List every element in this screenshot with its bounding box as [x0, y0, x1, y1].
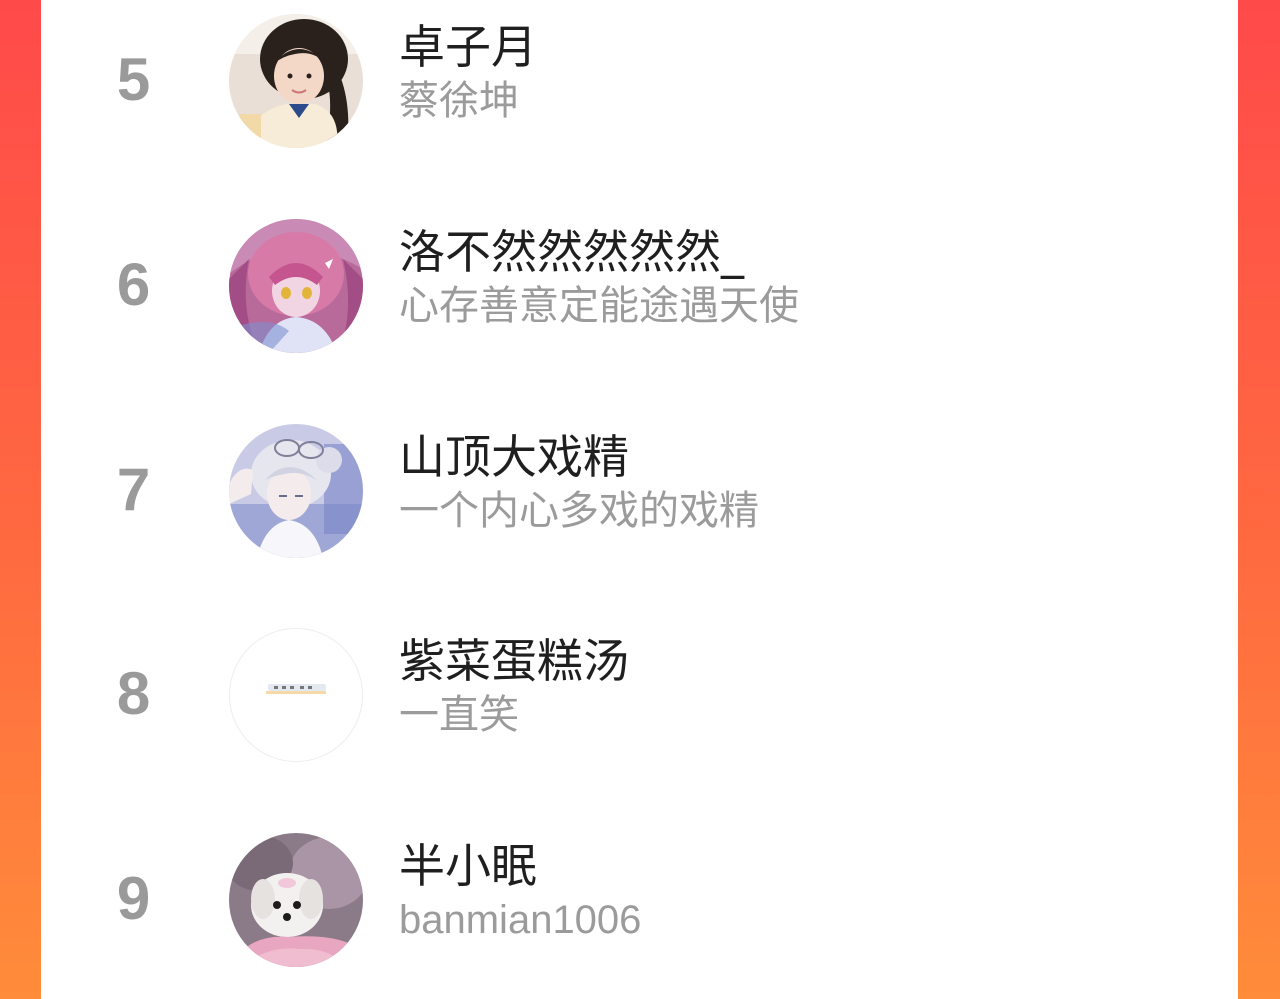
list-item[interactable]: 5 卓子月 蔡徐坤: [41, 14, 1238, 164]
girl-photo-avatar-image: [229, 14, 363, 148]
rank-number: 8: [116, 660, 151, 727]
user-signature: 蔡徐坤: [399, 78, 519, 124]
page-background: 5 卓子月 蔡徐坤 6 洛不然然然然然_ 心存善意定能途遇天使 7 山顶大戏精 …: [0, 0, 1280, 999]
rank-number: 7: [116, 456, 151, 523]
user-signature: banmian1006: [399, 898, 642, 942]
white-puppy-avatar-image: [229, 833, 363, 967]
text-strip-avatar-image: [230, 629, 362, 761]
rank-number: 5: [116, 46, 151, 113]
avatar[interactable]: [229, 14, 363, 148]
user-signature: 一个内心多戏的戏精: [399, 488, 759, 534]
avatar[interactable]: [229, 833, 363, 967]
list-item[interactable]: 7 山顶大戏精 一个内心多戏的戏精: [41, 424, 1238, 574]
rank-number: 6: [116, 251, 151, 318]
anime-boy-avatar-image: [229, 424, 363, 558]
user-name: 半小眠: [399, 839, 537, 893]
ranking-list-card: 5 卓子月 蔡徐坤 6 洛不然然然然然_ 心存善意定能途遇天使 7 山顶大戏精 …: [41, 0, 1238, 999]
user-signature: 心存善意定能途遇天使: [399, 283, 799, 329]
user-name: 洛不然然然然然_: [399, 225, 744, 279]
list-item[interactable]: 6 洛不然然然然然_ 心存善意定能途遇天使: [41, 219, 1238, 369]
anime-girl-avatar-image: [229, 219, 363, 353]
user-signature: 一直笑: [399, 692, 519, 738]
avatar[interactable]: [229, 219, 363, 353]
list-item[interactable]: 9 半小眠 banmian1006: [41, 833, 1238, 983]
list-item[interactable]: 8 紫菜蛋糕汤 一直笑: [41, 628, 1238, 778]
avatar[interactable]: [229, 628, 363, 762]
user-name: 卓子月: [399, 20, 537, 74]
avatar[interactable]: [229, 424, 363, 558]
rank-number: 9: [116, 865, 151, 932]
user-name: 山顶大戏精: [399, 430, 629, 484]
user-name: 紫菜蛋糕汤: [399, 634, 629, 688]
